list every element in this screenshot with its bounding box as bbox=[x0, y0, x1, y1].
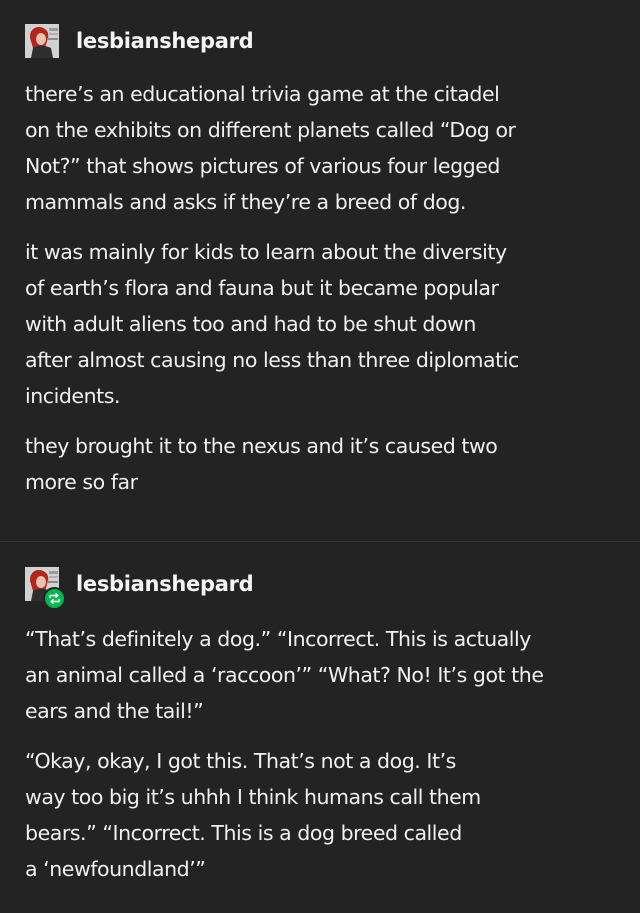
avatar-image-icon bbox=[25, 24, 59, 58]
username[interactable]: lesbianshepard bbox=[76, 572, 254, 596]
post-body: “That’s definitely a dog.” “Incorrect. T… bbox=[25, 621, 615, 887]
post-paragraph: “Okay, okay, I got this. That’s not a do… bbox=[25, 749, 481, 881]
post-paragraph: “That’s definitely a dog.” “Incorrect. T… bbox=[25, 627, 544, 723]
avatar[interactable] bbox=[25, 567, 66, 610]
reblog-icon bbox=[49, 593, 60, 604]
username[interactable]: lesbianshepard bbox=[76, 29, 254, 53]
post-header: lesbianshepard bbox=[25, 567, 254, 610]
post-paragraph: they brought it to the nexus and it’s ca… bbox=[25, 434, 498, 494]
post-header: lesbianshepard bbox=[25, 24, 254, 58]
post-body: there’s an educational trivia game at th… bbox=[25, 76, 615, 500]
post-paragraph: there’s an educational trivia game at th… bbox=[25, 82, 516, 214]
post-paragraph: it was mainly for kids to learn about th… bbox=[25, 240, 519, 408]
avatar[interactable] bbox=[25, 24, 59, 58]
reblog-badge bbox=[43, 587, 66, 610]
reblog-post: lesbianshepard “That’s definitely a dog.… bbox=[0, 542, 640, 913]
post: lesbianshepard there’s an educational tr… bbox=[0, 0, 640, 541]
